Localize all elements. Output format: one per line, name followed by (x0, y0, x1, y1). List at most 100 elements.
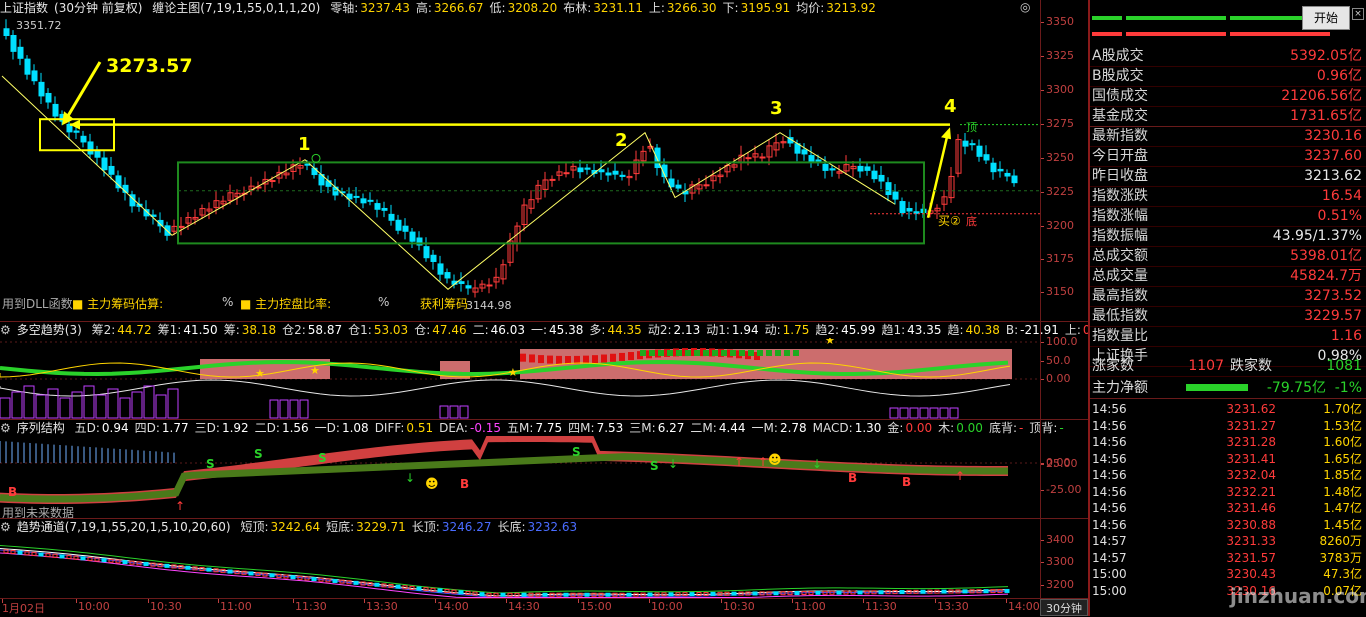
candle-body (409, 231, 416, 242)
mini-candle (668, 592, 674, 597)
stat-label: 总成交量 (1092, 268, 1148, 284)
tick-row[interactable]: 15:00 3230.43 47.3亿 (1090, 566, 1366, 583)
smiley-icon: ☻ (425, 477, 439, 492)
mini-candle (416, 586, 422, 591)
mini-candle (493, 592, 499, 597)
header-item: 筹2: 44.72 (92, 323, 152, 337)
tick-row[interactable]: 14:56 3231.46 1.47亿 (1090, 500, 1366, 517)
candle-body (703, 184, 710, 187)
mini-candle (598, 592, 604, 597)
tick-time: 15:00 (1092, 583, 1127, 598)
green-block (766, 350, 772, 356)
header-item-value: 1.94 (731, 323, 759, 337)
tick-row[interactable]: 14:56 3231.28 1.60亿 (1090, 434, 1366, 451)
stat-value: 43.95/1.37% (1272, 228, 1362, 244)
star-icon: ★ (310, 364, 320, 377)
indicator-name[interactable]: 缠论主图(7,19,1,55,0,1,1,20) (152, 1, 320, 15)
purple-bar (439, 405, 449, 419)
tick-row[interactable]: 14:56 3232.21 1.48亿 (1090, 484, 1366, 501)
red-block (628, 352, 634, 361)
panel1-header: ⚙ 多空趋势(3) 筹2: 44.72 筹1: 41.50 筹: 38.18 仓2: 58.87… (0, 322, 1088, 338)
header-item-value: 53.03 (373, 323, 409, 337)
stat-row: 总成交量 45824.7万 (1090, 267, 1366, 287)
header-item-value: 3213.92 (826, 1, 876, 15)
candle-body (969, 143, 976, 146)
tick-row[interactable]: 14:56 3231.62 1.70亿 (1090, 401, 1366, 418)
header-item-value: 0.00 (905, 421, 933, 435)
candle-body (976, 145, 983, 157)
mini-candle (773, 591, 779, 596)
header-item: 动2: 2.13 (648, 323, 700, 337)
header-item-label: 筹1: (157, 323, 182, 337)
header-item: 短底: 3229.71 (326, 520, 406, 534)
close-chart-icon[interactable]: ◎ (1020, 0, 1030, 14)
header-item: 二M: 4.44 (690, 421, 745, 435)
mini-candle (983, 589, 989, 594)
header-item: 筹: 38.18 (224, 323, 276, 337)
mini-candle (647, 592, 653, 597)
breakout-arrow (926, 132, 950, 219)
panel3-title[interactable]: 趋势通道(7,19,1,55,20,1,5,10,20,60) (17, 520, 231, 534)
panel2-header: ⚙ 序列结构 五D: 0.94 四D: 1.77 三D: 1.92 二D: 1.56 一D: 1.0… (0, 420, 1088, 436)
close-icon[interactable]: × (1352, 8, 1364, 20)
tick-row[interactable]: 14:56 3231.41 1.65亿 (1090, 451, 1366, 468)
header-item-value: 3229.71 (356, 520, 406, 534)
header-item-value: - (1059, 421, 1064, 435)
header-item-label: 动: (764, 323, 781, 337)
header-item: 均价: 3213.92 (796, 1, 876, 15)
header-item: 筹1: 41.50 (158, 323, 218, 337)
sequence-structure-panel[interactable]: B B B B S S S S S ↑ ↑ ↑ ↑ ↓ ↓ ↓ ☻ ☻ (0, 436, 1040, 518)
tick-volume: 1.53亿 (1323, 418, 1362, 433)
panel1-title[interactable]: 多空趋势(3) (17, 323, 82, 337)
bull-bear-trend-panel[interactable]: ★ ★ ★ ★ (0, 338, 1040, 420)
green-block (703, 350, 709, 356)
star-icon: ★ (825, 338, 835, 347)
header-item-value: 1.75 (782, 323, 810, 337)
candle-body (3, 28, 10, 36)
header-item-label: 一D: (314, 421, 340, 435)
tick-row[interactable]: 14:57 3231.57 3783万 (1090, 550, 1366, 567)
tick-list[interactable]: 14:56 3231.62 1.70亿 14:56 3231.27 1.53亿 14:56 3… (1090, 401, 1366, 599)
chip-pct: % (222, 295, 234, 309)
mini-candle (423, 587, 429, 592)
x-axis-label: 13:30 (937, 600, 969, 613)
open-button[interactable]: 开始 (1302, 6, 1350, 30)
header-item-label: 仓2: (282, 323, 306, 337)
stat-label: 指数涨跌 (1092, 188, 1148, 204)
purple-bar (929, 407, 939, 419)
panel2-title[interactable]: 序列结构 (17, 421, 65, 435)
x-tick-mark (364, 599, 365, 603)
purple-bar (899, 407, 909, 419)
tick-row[interactable]: 14:57 3231.33 8260万 (1090, 533, 1366, 550)
purple-bar (449, 405, 459, 419)
tick-volume: 1.47亿 (1323, 501, 1362, 515)
sell-signal-label: S (318, 451, 327, 465)
tick-volume: 1.65亿 (1323, 451, 1362, 466)
stat-value: 16.54 (1321, 188, 1362, 204)
trend-channel-panel[interactable] (0, 535, 1040, 599)
y-axis-tick: 3300 (1046, 83, 1074, 96)
tick-row[interactable]: 14:56 3230.88 1.45亿 (1090, 517, 1366, 534)
tick-price: 3230.43 (1226, 567, 1276, 581)
candle-body (304, 163, 311, 166)
purple-bar (83, 385, 95, 419)
header-item: 仓: 47.46 (414, 323, 466, 337)
stat-row: 基金成交 1731.65亿 (1090, 107, 1366, 127)
y-axis-tick: -25.00 (1046, 483, 1082, 496)
stat-row: 今日开盘 3237.60 (1090, 147, 1366, 167)
period-button[interactable]: 30分钟 (1040, 599, 1088, 616)
tick-volume: 1.70亿 (1323, 402, 1362, 416)
high-label: 3351.72 (16, 19, 62, 32)
tick-row[interactable]: 14:56 3231.27 1.53亿 (1090, 418, 1366, 435)
tick-row[interactable]: 14:56 3232.04 1.85亿 (1090, 467, 1366, 484)
green-block (730, 350, 736, 356)
x-tick-mark (935, 599, 936, 603)
green-block (667, 350, 673, 356)
header-item-label: 二: (472, 323, 489, 337)
top-marker-text: 顶 (966, 121, 977, 134)
tick-volume: 47.3亿 (1323, 567, 1362, 581)
up-arrow-icon: ↑ (734, 455, 744, 469)
stat-label: 指数量比 (1092, 328, 1148, 344)
tick-price: 3231.41 (1226, 451, 1276, 466)
candle-body (24, 58, 31, 75)
